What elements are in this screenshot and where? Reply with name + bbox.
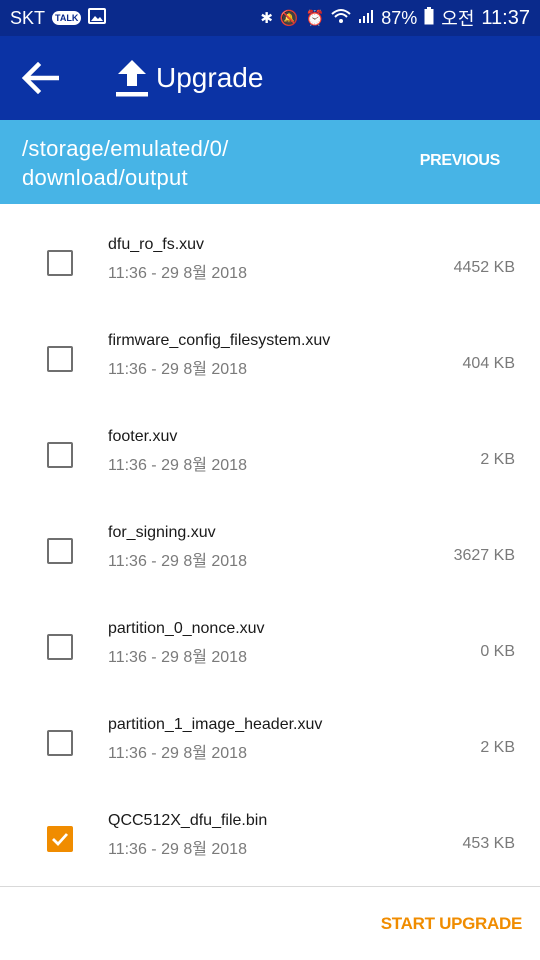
- file-list: dfu_ro_fs.xuv 11:36 - 29 8월 2018 4452 KB fi…: [0, 204, 540, 886]
- file-checkbox[interactable]: [47, 538, 73, 564]
- list-item[interactable]: QCC512X_dfu_file.bin 11:36 - 29 8월 2018 45…: [0, 780, 540, 876]
- file-date: 11:36 - 29 8월 2018: [108, 457, 247, 474]
- path-bar: /storage/emulated/0/ download/output PRE…: [0, 120, 540, 204]
- arrow-left-icon: [21, 62, 59, 94]
- clock: 11:37: [481, 6, 530, 29]
- upload-icon: [116, 60, 148, 97]
- file-size: 0 KB: [480, 643, 515, 660]
- list-item[interactable]: firmware_config_filesystem.xuv 11:36 - 29…: [0, 300, 540, 396]
- file-size: 453 KB: [462, 835, 515, 852]
- checkmark-icon: [52, 833, 69, 847]
- image-icon: [88, 7, 107, 29]
- file-size: 2 KB: [480, 739, 515, 756]
- file-size: 3627 KB: [453, 547, 515, 564]
- file-date: 11:36 - 29 8월 2018: [108, 745, 247, 762]
- file-date: 11:36 - 29 8월 2018: [108, 265, 247, 282]
- file-checkbox[interactable]: [47, 826, 73, 852]
- file-name: firmware_config_filesystem.xuv: [108, 332, 331, 349]
- file-date: 11:36 - 29 8월 2018: [108, 841, 247, 858]
- previous-button[interactable]: PREVIOUS: [420, 152, 501, 170]
- mute-icon: 🔕: [279, 9, 299, 27]
- divider: [0, 886, 540, 887]
- file-name: QCC512X_dfu_file.bin: [108, 812, 268, 829]
- battery-percent: 87%: [381, 7, 418, 28]
- list-item[interactable]: partition_1_image_header.xuv 11:36 - 29 8…: [0, 684, 540, 780]
- file-checkbox[interactable]: [47, 442, 73, 468]
- file-name: dfu_ro_fs.xuv: [108, 236, 205, 253]
- list-item[interactable]: dfu_ro_fs.xuv 11:36 - 29 8월 2018 4452 KB: [0, 204, 540, 300]
- carrier-label: SKT: [10, 7, 46, 28]
- file-name: for_signing.xuv: [108, 524, 216, 541]
- back-button[interactable]: [18, 58, 62, 98]
- file-name: partition_0_nonce.xuv: [108, 620, 265, 637]
- start-upgrade-button[interactable]: START UPGRADE: [381, 914, 523, 934]
- list-item[interactable]: for_signing.xuv 11:36 - 29 8월 2018 3627 KB: [0, 492, 540, 588]
- talk-icon: TALK: [52, 11, 82, 25]
- bluetooth-icon: ✱: [260, 9, 273, 27]
- file-checkbox[interactable]: [47, 634, 73, 660]
- file-name: footer.xuv: [108, 428, 178, 445]
- page-title: Upgrade: [156, 62, 264, 93]
- signal-icon: [358, 8, 374, 29]
- current-path: /storage/emulated/0/ download/output: [22, 136, 229, 190]
- file-checkbox[interactable]: [47, 730, 73, 756]
- file-date: 11:36 - 29 8월 2018: [108, 553, 247, 570]
- file-size: 404 KB: [462, 355, 515, 372]
- file-size: 4452 KB: [453, 259, 515, 276]
- list-item[interactable]: footer.xuv 11:36 - 29 8월 2018 2 KB: [0, 396, 540, 492]
- battery-icon: [424, 6, 434, 30]
- status-bar-right: ✱ 🔕 ⏰ 87% 오전 11:37: [260, 5, 530, 31]
- file-checkbox[interactable]: [47, 346, 73, 372]
- wifi-icon: [331, 8, 351, 29]
- ampm-label: 오전: [441, 9, 475, 29]
- file-name: partition_1_image_header.xuv: [108, 716, 323, 733]
- file-size: 2 KB: [480, 451, 515, 468]
- status-bar: SKT TALK ✱ 🔕 ⏰ 87% 오전 11:37: [0, 0, 540, 36]
- file-date: 11:36 - 29 8월 2018: [108, 361, 247, 378]
- app-bar: Upgrade: [0, 36, 540, 120]
- alarm-icon: ⏰: [305, 9, 325, 27]
- list-item[interactable]: partition_0_nonce.xuv 11:36 - 29 8월 2018 0…: [0, 588, 540, 684]
- file-date: 11:36 - 29 8월 2018: [108, 649, 247, 666]
- status-bar-left: SKT TALK: [10, 7, 107, 29]
- file-checkbox[interactable]: [47, 250, 73, 276]
